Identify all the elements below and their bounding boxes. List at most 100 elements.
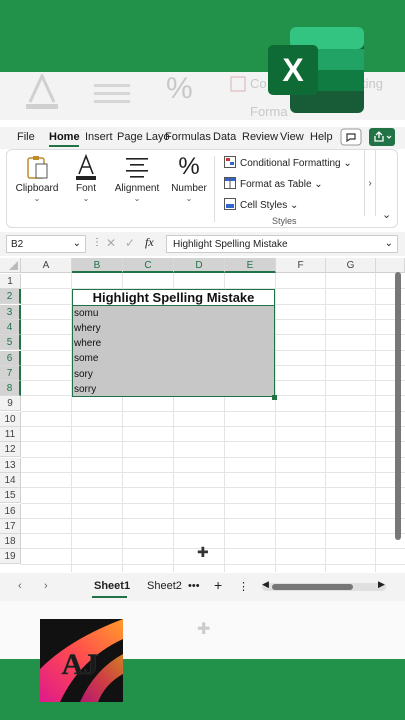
horizontal-scroll-thumb[interactable] [272,584,353,590]
cell-cursor-cross-icon: ✚ [197,544,209,560]
row-gridline [21,471,405,473]
row-header-10[interactable]: 10 [0,411,21,427]
enter-checkmark-icon[interactable]: ✓ [125,236,135,250]
row-header-1[interactable]: 1 [0,274,21,289]
row-header-18[interactable]: 18 [0,534,21,550]
fill-handle[interactable] [272,395,277,400]
column-header-c[interactable]: C [123,258,174,273]
alignment-button[interactable]: Alignment ⌄ [111,154,163,203]
scroll-right-icon[interactable]: ▶ [378,579,385,590]
selected-data-range[interactable] [72,305,275,397]
tab-data[interactable]: Data [213,131,236,143]
row-header-4[interactable]: 4 [0,319,21,335]
cond-format-icon-ghost [230,76,246,92]
column-header-b[interactable]: B [72,258,123,273]
name-box[interactable]: B2 ⌄ [6,235,86,253]
active-tab-underline [49,145,79,147]
formula-input[interactable]: Highlight Spelling Mistake ⌄ [166,235,398,253]
row-header-5[interactable]: 5 [0,335,21,351]
column-header-e[interactable]: E [225,258,276,273]
cell-b8[interactable]: sorry [74,384,96,395]
row-gridline [21,548,405,550]
more-options-icon[interactable]: ⋮ [92,237,102,248]
sheet-tab-sheet2[interactable]: Sheet2 [147,580,182,592]
tab-formulas[interactable]: Formulas [165,131,211,143]
more-sheets-icon[interactable]: ••• [188,580,200,592]
column-header-d[interactable]: D [174,258,225,273]
row-header-9[interactable]: 9 [0,396,21,412]
conditional-formatting-button[interactable]: Conditional Formatting ⌄ [224,156,352,169]
tab-page-layout[interactable]: Page Layo [117,131,170,143]
conditional-formatting-label: Conditional Formatting [240,158,341,169]
collapse-ribbon-chevron-icon[interactable]: ⌄ [382,208,391,221]
row-gridline [21,487,405,489]
select-all-triangle-icon [9,261,18,270]
column-header-a[interactable]: A [21,258,72,273]
ribbon-scroll-right-button[interactable]: › [364,150,376,216]
add-sheet-icon[interactable]: + [214,577,222,593]
next-sheet-chevron-icon[interactable]: › [44,580,48,592]
row-header-7[interactable]: 7 [0,365,21,381]
row-header-11[interactable]: 11 [0,427,21,442]
insert-function-icon[interactable]: fx [145,235,154,250]
font-button[interactable]: Font ⌄ [69,154,103,203]
select-all-corner[interactable] [0,258,21,273]
row-gridline [21,441,405,443]
worksheet-grid[interactable]: A B C D E F G 1 2 3 4 5 6 7 8 9 10 11 12 13 14 15 16 17 1… [0,258,405,572]
row-header-14[interactable]: 14 [0,472,21,488]
row-header-12[interactable]: 12 [0,442,21,458]
cancel-icon[interactable]: ✕ [106,236,116,250]
cell-b4[interactable]: whery [74,323,101,334]
row-gridline [21,517,405,519]
cell-b3[interactable]: somu [74,308,98,319]
clipboard-button[interactable]: Clipboard ⌄ [15,154,59,203]
sheet-options-icon[interactable]: ⋮ [238,580,249,593]
expand-formula-chevron-icon[interactable]: ⌄ [385,238,393,249]
column-header-g[interactable]: G [326,258,376,273]
row-header-15[interactable]: 15 [0,488,21,504]
format-as-table-button[interactable]: Format as Table ⌄ [224,177,323,190]
row-header-19[interactable]: 19 [0,549,21,565]
row-header-2[interactable]: 2 [0,289,21,305]
cell-b7[interactable]: sory [74,369,93,380]
row-header-17[interactable]: 17 [0,518,21,534]
number-label: Number [171,183,207,194]
tab-home[interactable]: Home [49,131,80,143]
format-as-table-icon [224,177,236,189]
cell-styles-button[interactable]: Cell Styles ⌄ [224,198,298,211]
comments-button[interactable] [340,128,362,146]
scroll-left-icon[interactable]: ◀ [262,579,269,590]
ribbon-divider [214,156,215,222]
vertical-scrollbar[interactable] [395,272,401,540]
row-header-16[interactable]: 16 [0,503,21,519]
row-header-3[interactable]: 3 [0,304,21,320]
cell-b5[interactable]: where [74,338,101,349]
chevron-down-icon: ⌄ [72,238,81,249]
chevron-down-icon: ⌄ [33,194,41,203]
column-header-h[interactable] [376,258,405,273]
row-header-6[interactable]: 6 [0,350,21,366]
tab-insert[interactable]: Insert [85,131,113,143]
row-header-13[interactable]: 13 [0,457,21,473]
row-gridline [21,563,405,565]
cell-b6[interactable]: some [74,353,98,364]
font-color-icon-ghost [26,74,58,109]
previous-sheet-chevron-icon[interactable]: ‹ [18,580,22,592]
row-header-8[interactable]: 8 [0,381,21,397]
svg-text:X: X [282,52,304,88]
column-gridline [275,273,276,572]
title-cell-b2[interactable]: Highlight Spelling Mistake [72,289,275,305]
column-header-f[interactable]: F [276,258,326,273]
tab-help[interactable]: Help [310,131,333,143]
number-button[interactable]: % Number ⌄ [169,154,209,204]
row-gridline [21,410,405,412]
row-gridline [21,502,405,504]
tab-review[interactable]: Review [242,131,278,143]
column-gridline [375,273,376,572]
sheet-tabs-bar: ‹ › Sheet1 Sheet2 ••• + ⋮ ◀ ▶ [0,573,405,601]
sheet-tab-sheet1[interactable]: Sheet1 [94,580,130,592]
tab-view[interactable]: View [280,131,304,143]
share-button[interactable] [368,127,396,147]
tab-file[interactable]: File [17,131,35,143]
active-sheet-underline [92,596,127,598]
